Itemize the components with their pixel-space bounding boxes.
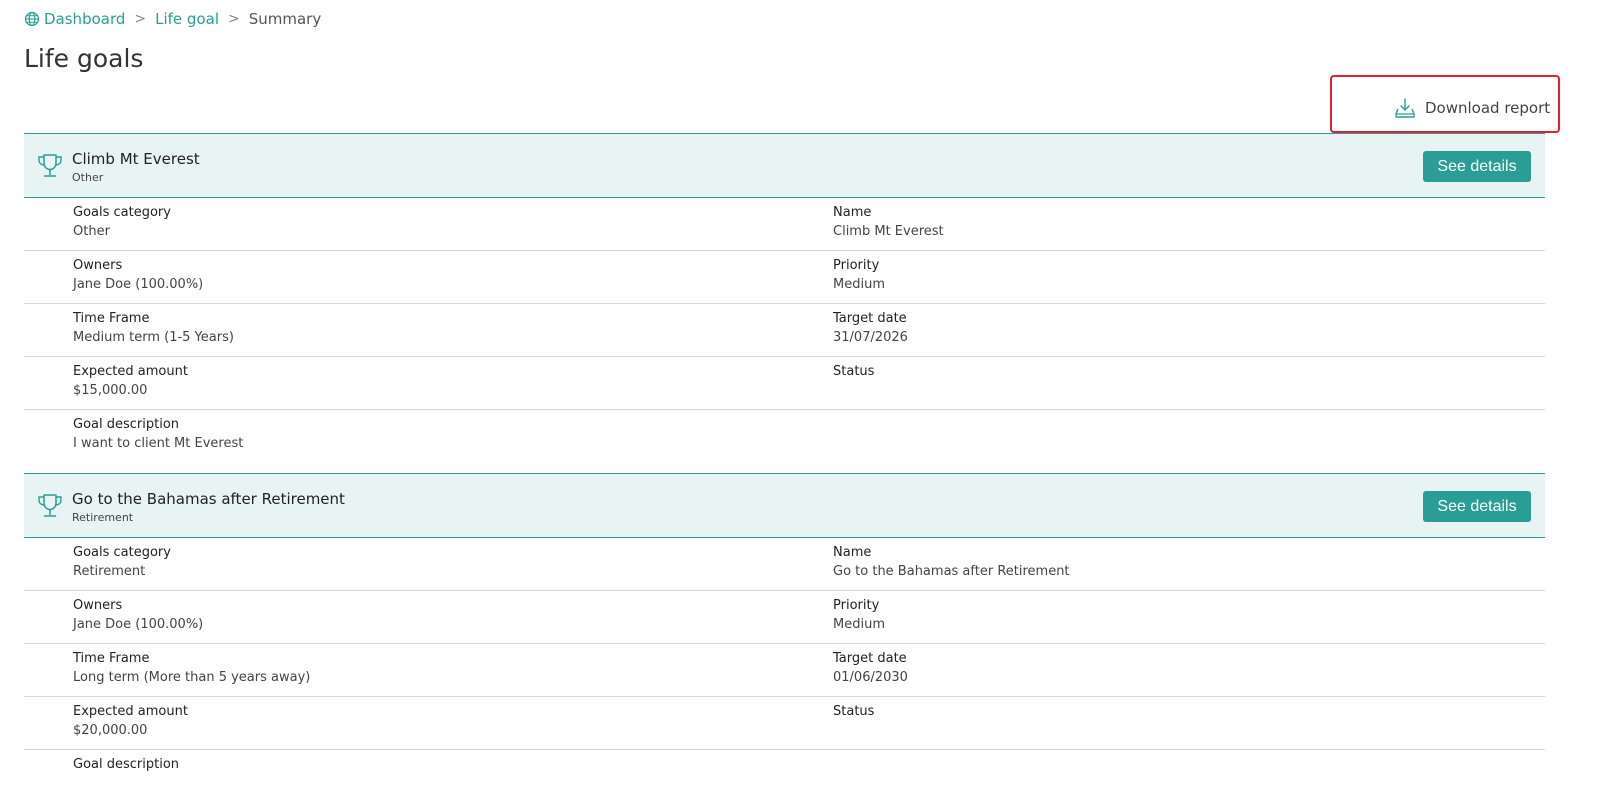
field-label: Name: [833, 205, 872, 220]
download-report-label: Download report: [1425, 99, 1551, 117]
see-details-button[interactable]: See details: [1423, 151, 1531, 182]
field-value: 01/06/2030: [833, 670, 908, 685]
field-value: Long term (More than 5 years away): [73, 670, 311, 685]
field-value: Jane Doe (100.00%): [73, 617, 204, 632]
goal-title: Go to the Bahamas after Retirement: [72, 490, 345, 508]
field-row: Expected amount $20,000.00 Status: [24, 697, 1545, 750]
field-value: Medium term (1-5 Years): [73, 330, 234, 345]
field-value: Medium: [833, 277, 885, 292]
field-value: Climb Mt Everest: [833, 224, 944, 239]
field-value: Other: [73, 224, 110, 239]
goal-card: Climb Mt Everest Other See details Goals…: [24, 133, 1545, 473]
field-label: Owners: [73, 598, 123, 613]
download-report-button[interactable]: Download report: [1394, 94, 1550, 122]
field-row: Goal description I want to client Mt Ever…: [24, 410, 1545, 473]
field-label: Time Frame: [73, 311, 150, 326]
breadcrumb: Dashboard > Life goal > Summary: [24, 10, 321, 28]
page-title: Life goals: [24, 44, 144, 73]
field-label: Goals category: [73, 545, 171, 560]
field-label: Owners: [73, 258, 123, 273]
breadcrumb-current: Summary: [248, 10, 322, 28]
field-row: Goals category Other Name Climb Mt Everest: [24, 198, 1545, 251]
field-label: Goals category: [73, 205, 171, 220]
download-icon: [1395, 98, 1415, 118]
field-row: Owners Jane Doe (100.00%) Priority Medium: [24, 591, 1545, 644]
field-row: Time Frame Long term (More than 5 years a…: [24, 644, 1545, 697]
goals-list: Climb Mt Everest Other See details Goals…: [24, 133, 1545, 790]
trophy-icon: [38, 494, 62, 517]
goal-header: Climb Mt Everest Other See details: [24, 133, 1545, 198]
goal-card: Go to the Bahamas after Retirement Retir…: [24, 473, 1545, 790]
field-value: I want to client Mt Everest: [73, 436, 244, 451]
field-value: $15,000.00: [73, 383, 148, 398]
goal-header: Go to the Bahamas after Retirement Retir…: [24, 473, 1545, 538]
page: Dashboard > Life goal > Summary Life goa…: [0, 0, 1607, 790]
breadcrumb-life-goal-link[interactable]: Life goal: [155, 10, 219, 28]
breadcrumb-dashboard-link[interactable]: Dashboard: [44, 10, 125, 28]
field-value: 31/07/2026: [833, 330, 908, 345]
field-label: Goal description: [73, 417, 180, 432]
field-value: Medium: [833, 617, 885, 632]
field-row: Time Frame Medium term (1-5 Years) Target…: [24, 304, 1545, 357]
trophy-icon: [38, 154, 62, 177]
field-label: Priority: [833, 258, 880, 273]
field-label: Goal description: [73, 757, 180, 772]
field-label: Status: [833, 364, 875, 379]
field-label: Status: [833, 704, 875, 719]
field-label: Target date: [833, 651, 907, 666]
field-value: Go to the Bahamas after Retirement: [833, 564, 1070, 579]
field-label: Time Frame: [73, 651, 150, 666]
goal-title: Climb Mt Everest: [72, 150, 200, 168]
goal-subtitle: Other: [72, 171, 104, 184]
breadcrumb-separator: >: [134, 11, 147, 27]
breadcrumb-separator: >: [228, 11, 240, 27]
field-label: Name: [833, 545, 872, 560]
field-label: Expected amount: [73, 704, 188, 719]
field-label: Expected amount: [73, 364, 188, 379]
field-label: Priority: [833, 598, 880, 613]
globe-icon: [24, 11, 40, 27]
field-value: Jane Doe (100.00%): [73, 277, 204, 292]
field-value: $20,000.00: [73, 723, 148, 738]
field-row: Owners Jane Doe (100.00%) Priority Medium: [24, 251, 1545, 304]
field-label: Target date: [833, 311, 907, 326]
see-details-button[interactable]: See details: [1423, 491, 1531, 522]
field-row: Goals category Retirement Name Go to the B…: [24, 538, 1545, 591]
field-row: Expected amount $15,000.00 Status: [24, 357, 1545, 410]
field-value: Retirement: [73, 564, 146, 579]
field-row: Goal description: [24, 750, 1545, 790]
goal-subtitle: Retirement: [72, 511, 134, 524]
